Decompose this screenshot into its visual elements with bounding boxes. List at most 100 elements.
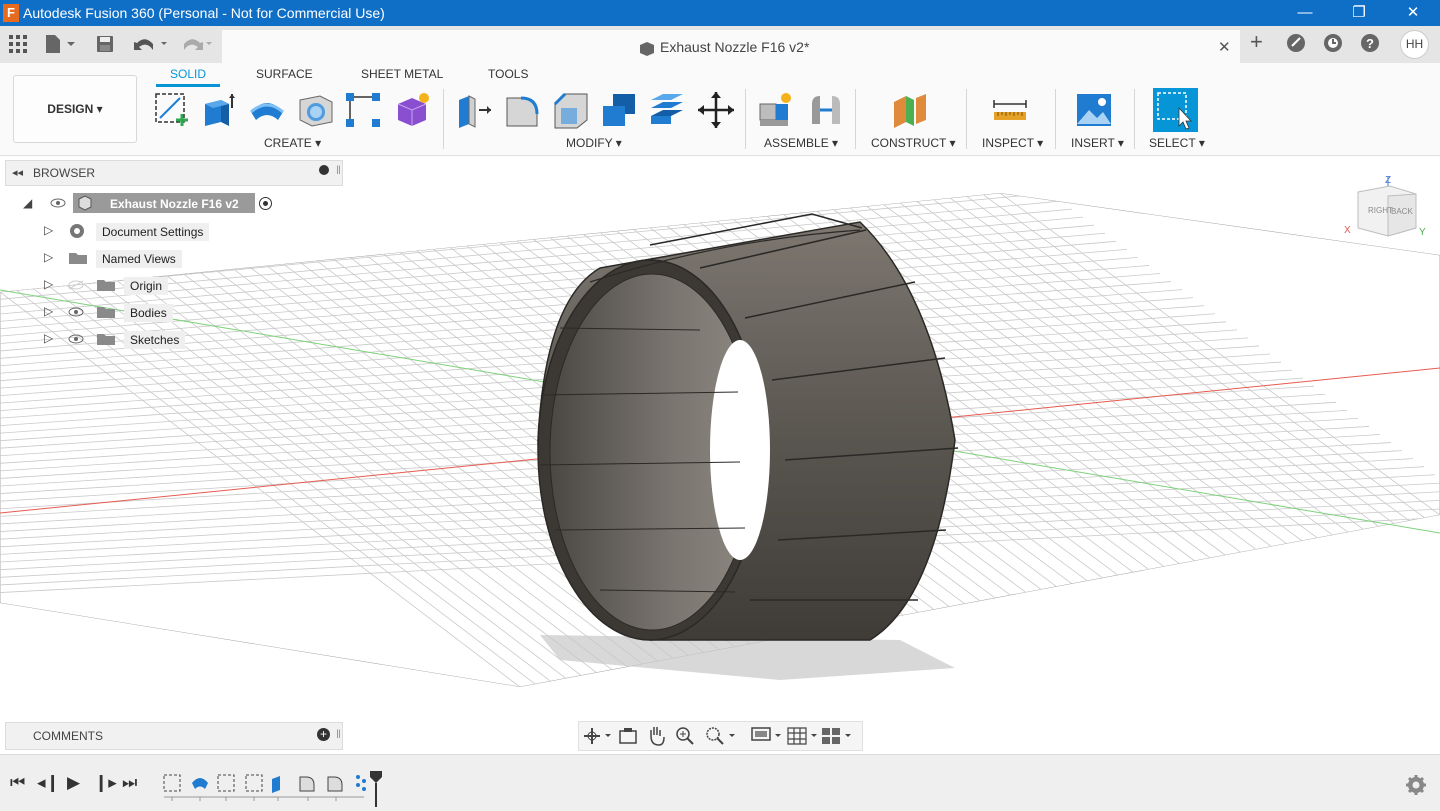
combine-icon[interactable] [599,90,639,130]
browser-item-named-views[interactable]: ▷ Named Views [40,247,240,269]
rectangular-pattern-icon[interactable] [343,90,383,130]
help-icon[interactable]: ? [1360,33,1380,53]
eye-icon[interactable] [68,307,84,317]
orbit-icon[interactable] [583,727,611,745]
panel-grip-icon[interactable]: ‖ [336,727,341,741]
view-cube[interactable]: RIGHT BACK Z X Y [1344,175,1426,238]
timeline-last-icon[interactable]: ⏭ [122,773,137,793]
measure-icon[interactable] [990,90,1030,130]
tab-surface[interactable]: SURFACE [256,67,313,81]
restore-button[interactable]: ❐ [1336,0,1382,26]
assemble-menu[interactable]: ASSEMBLE ▾ [764,136,838,150]
create-menu[interactable]: CREATE ▾ [264,136,321,150]
minimize-button[interactable]: — [1282,0,1328,26]
fit-zoom-window-icon[interactable] [705,726,737,746]
tree-collapsed-icon[interactable]: ▷ [44,331,53,345]
browser-item-document-settings[interactable]: ▷ Document Settings [40,220,240,242]
timeline-first-icon[interactable]: ⏮ [10,773,25,793]
new-component-icon[interactable] [756,90,796,130]
browser-minimize-icon[interactable] [319,165,329,175]
display-settings-icon[interactable] [751,726,783,746]
timeline-settings-gear-icon[interactable] [1406,775,1426,795]
new-tab-icon[interactable]: + [1250,29,1263,55]
viewcube-back-face[interactable]: BACK [1391,207,1413,216]
browser-item-label: Named Views [96,250,182,268]
pan-hand-icon[interactable] [647,726,665,746]
zoom-icon[interactable] [675,726,695,746]
insert-menu[interactable]: INSERT ▾ [1071,136,1124,150]
chevron-down-icon: ▾ [949,136,956,150]
press-pull-icon[interactable] [455,90,495,130]
notifications-clock-icon[interactable] [1323,33,1343,53]
add-comment-icon[interactable]: + [317,728,330,741]
timeline-fillet-icon [299,776,315,792]
viewcube-x-axis: X [1344,225,1351,236]
3d-viewport[interactable]: RIGHT BACK Z X Y [0,156,1440,753]
panel-grip-icon[interactable]: ‖ [336,163,341,177]
browser-item-sketches[interactable]: ▷ Sketches [40,328,240,350]
browser-panel-header[interactable]: ◂◂ BROWSER ‖ [5,160,343,186]
user-avatar[interactable]: HH [1400,30,1429,59]
tree-collapsed-icon[interactable]: ▷ [44,277,53,291]
shell-icon[interactable] [296,90,336,130]
timeline-next-icon[interactable]: ❙▸ [94,773,117,793]
browser-item-origin[interactable]: ▷ Origin [40,274,240,296]
offset-plane-icon[interactable] [890,90,930,130]
viewcube-right-face[interactable]: RIGHT [1368,206,1393,215]
create-sketch-icon[interactable] [152,90,192,130]
grid-settings-icon[interactable] [787,726,819,746]
viewcube-z-axis: Z [1385,175,1391,186]
activate-component-icon[interactable] [258,196,273,211]
close-tab-icon[interactable]: ✕ [1218,38,1231,56]
file-menu-icon[interactable] [45,34,77,54]
eye-icon[interactable] [50,198,66,208]
chevron-down-icon: ▾ [96,102,103,116]
browser-root-row[interactable]: ◢ Exhaust Nozzle F16 v2 [20,193,290,215]
undo-icon[interactable] [133,34,169,54]
save-icon[interactable] [96,35,114,53]
tab-sheet-metal[interactable]: SHEET METAL [361,67,443,81]
browser-root-label: Exhaust Nozzle F16 v2 [110,197,239,211]
look-at-icon[interactable] [619,727,637,745]
eye-icon[interactable] [68,334,84,344]
timeline-previous-icon[interactable]: ◂❙ [37,773,60,793]
comments-panel-header[interactable]: COMMENTS + ‖ [5,722,343,750]
extrude-icon[interactable] [199,90,239,130]
joint-icon[interactable] [806,90,846,130]
ribbon-toolbar: DESIGN ▾ SOLID SURFACE SHEET METAL TOOLS… [0,63,1440,156]
insert-image-icon[interactable] [1074,90,1114,130]
job-status-icon[interactable] [1286,33,1306,53]
redo-icon[interactable] [180,34,216,54]
browser-title: BROWSER [33,166,96,180]
chamfer-icon[interactable] [551,90,591,130]
tree-collapsed-icon[interactable]: ▷ [44,223,53,237]
browser-item-bodies[interactable]: ▷ Bodies [40,301,240,323]
tree-collapsed-icon[interactable]: ▷ [44,304,53,318]
inspect-menu[interactable]: INSPECT ▾ [982,136,1043,150]
document-tab[interactable]: Exhaust Nozzle F16 v2* ✕ [222,30,1240,63]
tree-collapsed-icon[interactable]: ▷ [44,250,53,264]
workspace-switcher-button[interactable]: DESIGN ▾ [13,75,137,143]
tree-expanded-icon[interactable]: ◢ [23,196,32,210]
tab-solid[interactable]: SOLID [156,67,221,87]
eye-hidden-icon[interactable] [68,280,84,290]
collapse-panel-icon[interactable]: ◂◂ [12,166,23,179]
timeline-features[interactable] [160,769,390,809]
viewports-icon[interactable] [821,726,853,746]
timeline-play-icon[interactable]: ▶ [67,773,80,793]
timeline-marker-icon [370,771,382,807]
exhaust-nozzle-body[interactable] [537,213,959,641]
move-copy-icon[interactable] [696,90,736,130]
close-window-button[interactable]: ✕ [1390,0,1436,26]
apps-grid-icon[interactable] [9,35,27,53]
tab-tools[interactable]: TOOLS [488,67,528,81]
fillet-icon[interactable] [503,90,543,130]
create-form-icon[interactable] [392,90,432,130]
revolve-icon[interactable] [247,90,287,130]
navigation-bar [578,721,863,751]
select-menu[interactable]: SELECT ▾ [1149,136,1205,150]
modify-menu[interactable]: MODIFY ▾ [566,136,622,150]
split-face-icon[interactable] [647,90,687,130]
select-tool-icon[interactable] [1153,88,1198,132]
construct-menu[interactable]: CONSTRUCT ▾ [871,136,956,150]
